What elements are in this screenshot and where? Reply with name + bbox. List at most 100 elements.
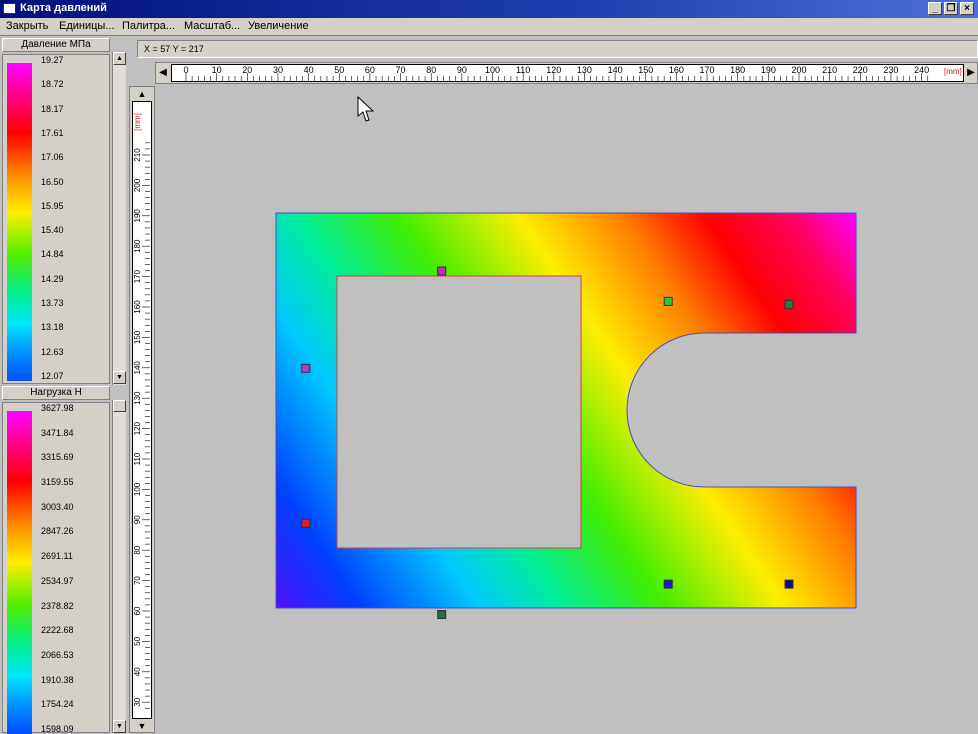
load-tick-label: 2222.68 — [41, 625, 74, 636]
pressure-tick-label: 13.18 — [41, 322, 64, 333]
ruler-label: 120 — [133, 421, 142, 435]
ruler-label: 30 — [273, 65, 283, 75]
close-icon[interactable]: × — [960, 2, 974, 15]
sensor-marker[interactable] — [663, 296, 673, 306]
scroll-down-icon[interactable]: ▼ — [113, 720, 126, 733]
mouse-cursor-icon — [357, 96, 375, 122]
ruler-down-arrow-icon[interactable]: ▼ — [132, 720, 152, 733]
ruler-label: 80 — [133, 545, 142, 554]
window-title: Карта давлений — [20, 2, 107, 14]
cutout-border — [336, 275, 582, 549]
ruler-label: 230 — [883, 65, 898, 75]
ruler-label: 60 — [365, 65, 375, 75]
ruler-label: 140 — [608, 65, 623, 75]
pressure-tick-label: 17.61 — [41, 127, 64, 138]
scroll-down-icon[interactable]: ▼ — [113, 371, 126, 384]
pressure-plate-shape — [275, 212, 857, 609]
ruler-label: 210 — [133, 148, 142, 162]
load-tick-label: 3003.40 — [41, 501, 74, 512]
ruler-label: 40 — [304, 65, 314, 75]
pressure-color-scale — [7, 63, 32, 381]
ruler-label: 30 — [133, 697, 142, 706]
ruler-label: 120 — [546, 65, 561, 75]
ruler-label: 200 — [133, 178, 142, 192]
sensor-marker[interactable] — [784, 579, 794, 589]
ruler-unit: [mm] — [133, 113, 142, 131]
ruler-label: 180 — [133, 239, 142, 253]
ruler-label: 170 — [133, 269, 142, 283]
restore-icon[interactable]: ❐ — [944, 2, 958, 15]
load-scrollbar[interactable]: ▼ — [112, 400, 126, 733]
menu-zoom[interactable]: Увеличение — [248, 20, 309, 32]
ruler-label: 20 — [242, 65, 252, 75]
pressure-tick-label: 15.40 — [41, 225, 64, 236]
ruler-label: 170 — [700, 65, 715, 75]
ruler-label: 70 — [396, 65, 406, 75]
pressure-legend-header: Давление МПа — [2, 38, 110, 52]
horizontal-ruler: 0 10 20 30 40 50 60 70 80 90 100 110 120 130 140 150 160… — [171, 64, 964, 82]
scroll-up-icon[interactable]: ▲ — [113, 52, 126, 65]
ruler-label: 50 — [334, 65, 344, 75]
minimize-icon[interactable]: _ — [928, 2, 942, 15]
vertical-ruler-bar: ▲ 210 200 190 180 170 160 150 140 130 120 110 100 90… — [129, 86, 155, 733]
pressure-tick-label: 19.27 — [41, 55, 64, 65]
load-tick-label: 1910.38 — [41, 674, 74, 685]
ruler-unit: [mm] — [944, 67, 962, 76]
ruler-up-arrow-icon[interactable]: ▲ — [132, 88, 152, 101]
menu-scale[interactable]: Масштаб... — [184, 20, 240, 32]
menu-close[interactable]: Закрыть — [6, 20, 48, 32]
menu-palette[interactable]: Палитра... — [122, 20, 175, 32]
load-tick-label: 3315.69 — [41, 452, 74, 463]
pressure-tick-label: 16.50 — [41, 176, 64, 187]
ruler-label: 130 — [133, 391, 142, 405]
ruler-label: 110 — [516, 65, 530, 75]
pressure-legend-box: 19.27 18.72 18.17 17.61 17.06 16.50 15.95 15.40… — [2, 54, 110, 384]
pressure-map-canvas[interactable] — [155, 85, 978, 733]
sensor-marker[interactable] — [301, 518, 311, 528]
sensor-marker[interactable] — [437, 266, 447, 276]
ruler-label: 80 — [426, 65, 436, 75]
ruler-label: 50 — [133, 636, 142, 645]
ruler-label: 140 — [133, 361, 142, 375]
ruler-label: 100 — [133, 482, 142, 496]
ruler-label: 70 — [133, 576, 142, 585]
load-legend-box: 3627.98 3471.84 3315.69 3159.55 3003.40 2847.… — [2, 402, 110, 734]
app-window: Карта давлений _ ❐ × Закрыть Единицы... … — [0, 0, 978, 734]
pressure-tick-label: 15.95 — [41, 200, 64, 211]
ruler-label: 240 — [914, 65, 929, 75]
horizontal-ruler-bar: ◀ 0 10 20 30 40 50 60 70 80 90 100 110 120 130 140 150 1… — [155, 62, 978, 84]
coordinate-readout: X = 57 Y = 217 — [137, 40, 978, 58]
pressure-scrollbar[interactable]: ▲ ▼ — [112, 52, 126, 385]
load-color-scale — [7, 411, 32, 734]
ruler-label: 210 — [822, 65, 837, 75]
vertical-ruler: 210 200 190 180 170 160 150 140 130 120 110 100 90 80… — [132, 101, 152, 719]
ruler-label: 160 — [133, 300, 142, 314]
ruler-left-arrow-icon[interactable]: ◀ — [156, 63, 170, 83]
menu-bar: Закрыть Единицы... Палитра... Масштаб...… — [0, 18, 978, 36]
scroll-thumb[interactable] — [113, 400, 126, 412]
ruler-label: 150 — [638, 65, 653, 75]
menu-units[interactable]: Единицы... — [59, 20, 115, 32]
coordinate-text: X = 57 Y = 217 — [144, 44, 204, 54]
sensor-marker[interactable] — [784, 299, 794, 309]
load-tick-label: 1754.24 — [41, 699, 74, 710]
pressure-legend-panel: Давление МПа 19.27 18.72 18.17 17.61 17.06 16… — [0, 38, 128, 385]
ruler-label: 10 — [212, 65, 222, 75]
ruler-label: 60 — [133, 606, 142, 615]
app-icon — [3, 3, 16, 14]
ruler-right-arrow-icon[interactable]: ▶ — [964, 63, 978, 83]
pressure-tick-label: 12.07 — [41, 371, 64, 381]
load-tick-label: 3159.55 — [41, 477, 74, 488]
ruler-label: 220 — [853, 65, 868, 75]
sensor-marker[interactable] — [663, 579, 673, 589]
sensor-marker[interactable] — [301, 363, 311, 373]
ruler-label: 90 — [457, 65, 467, 75]
ruler-label: 0 — [183, 65, 188, 75]
pressure-tick-label: 14.29 — [41, 273, 64, 284]
load-tick-label: 2534.97 — [41, 575, 74, 586]
load-tick-label: 2847.26 — [41, 526, 74, 537]
sensor-marker[interactable] — [437, 610, 447, 620]
ruler-label: 180 — [730, 65, 745, 75]
load-tick-label: 2378.82 — [41, 600, 74, 611]
load-tick-label: 3471.84 — [41, 427, 74, 438]
